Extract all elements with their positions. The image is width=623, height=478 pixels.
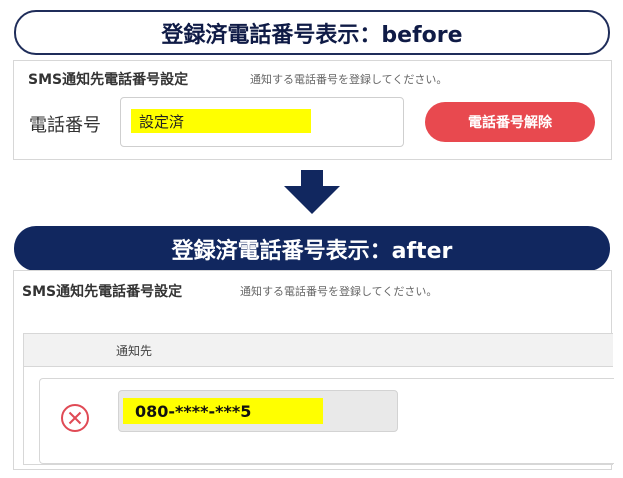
notify-table: 通知先 080-****-***5 [23, 333, 614, 465]
phone-label: 電話番号 [29, 115, 101, 136]
masked-phone-number: 080-****-***5 [123, 398, 323, 424]
after-banner-label: 登録済電話番号表示：after [171, 238, 453, 264]
before-banner-label: 登録済電話番号表示：before [161, 22, 463, 48]
after-panel: SMS通知先電話番号設定 通知する電話番号を登録してください。 通知先 080-… [13, 270, 614, 470]
registered-phone-field: 080-****-***5 [118, 390, 398, 432]
section-description: 通知する電話番号を登録してください。 [250, 73, 448, 86]
phone-field[interactable]: 設定済 [120, 97, 404, 147]
down-arrow-icon [284, 170, 340, 214]
section-description: 通知する電話番号を登録してください。 [240, 285, 438, 298]
phone-status-value: 設定済 [131, 109, 311, 133]
before-banner: 登録済電話番号表示：before [14, 10, 610, 55]
section-title: SMS通知先電話番号設定 [22, 284, 183, 300]
section-title: SMS通知先電話番号設定 [28, 72, 189, 88]
after-banner: 登録済電話番号表示：after [14, 226, 610, 271]
table-row: 080-****-***5 [39, 378, 614, 464]
close-circle-icon[interactable] [60, 403, 90, 433]
table-header: 通知先 [24, 334, 613, 367]
column-header-notify-target: 通知先 [116, 344, 153, 358]
unset-phone-button[interactable]: 電話番号解除 [425, 102, 595, 142]
before-panel: SMS通知先電話番号設定 通知する電話番号を登録してください。 電話番号 設定済… [13, 60, 612, 160]
